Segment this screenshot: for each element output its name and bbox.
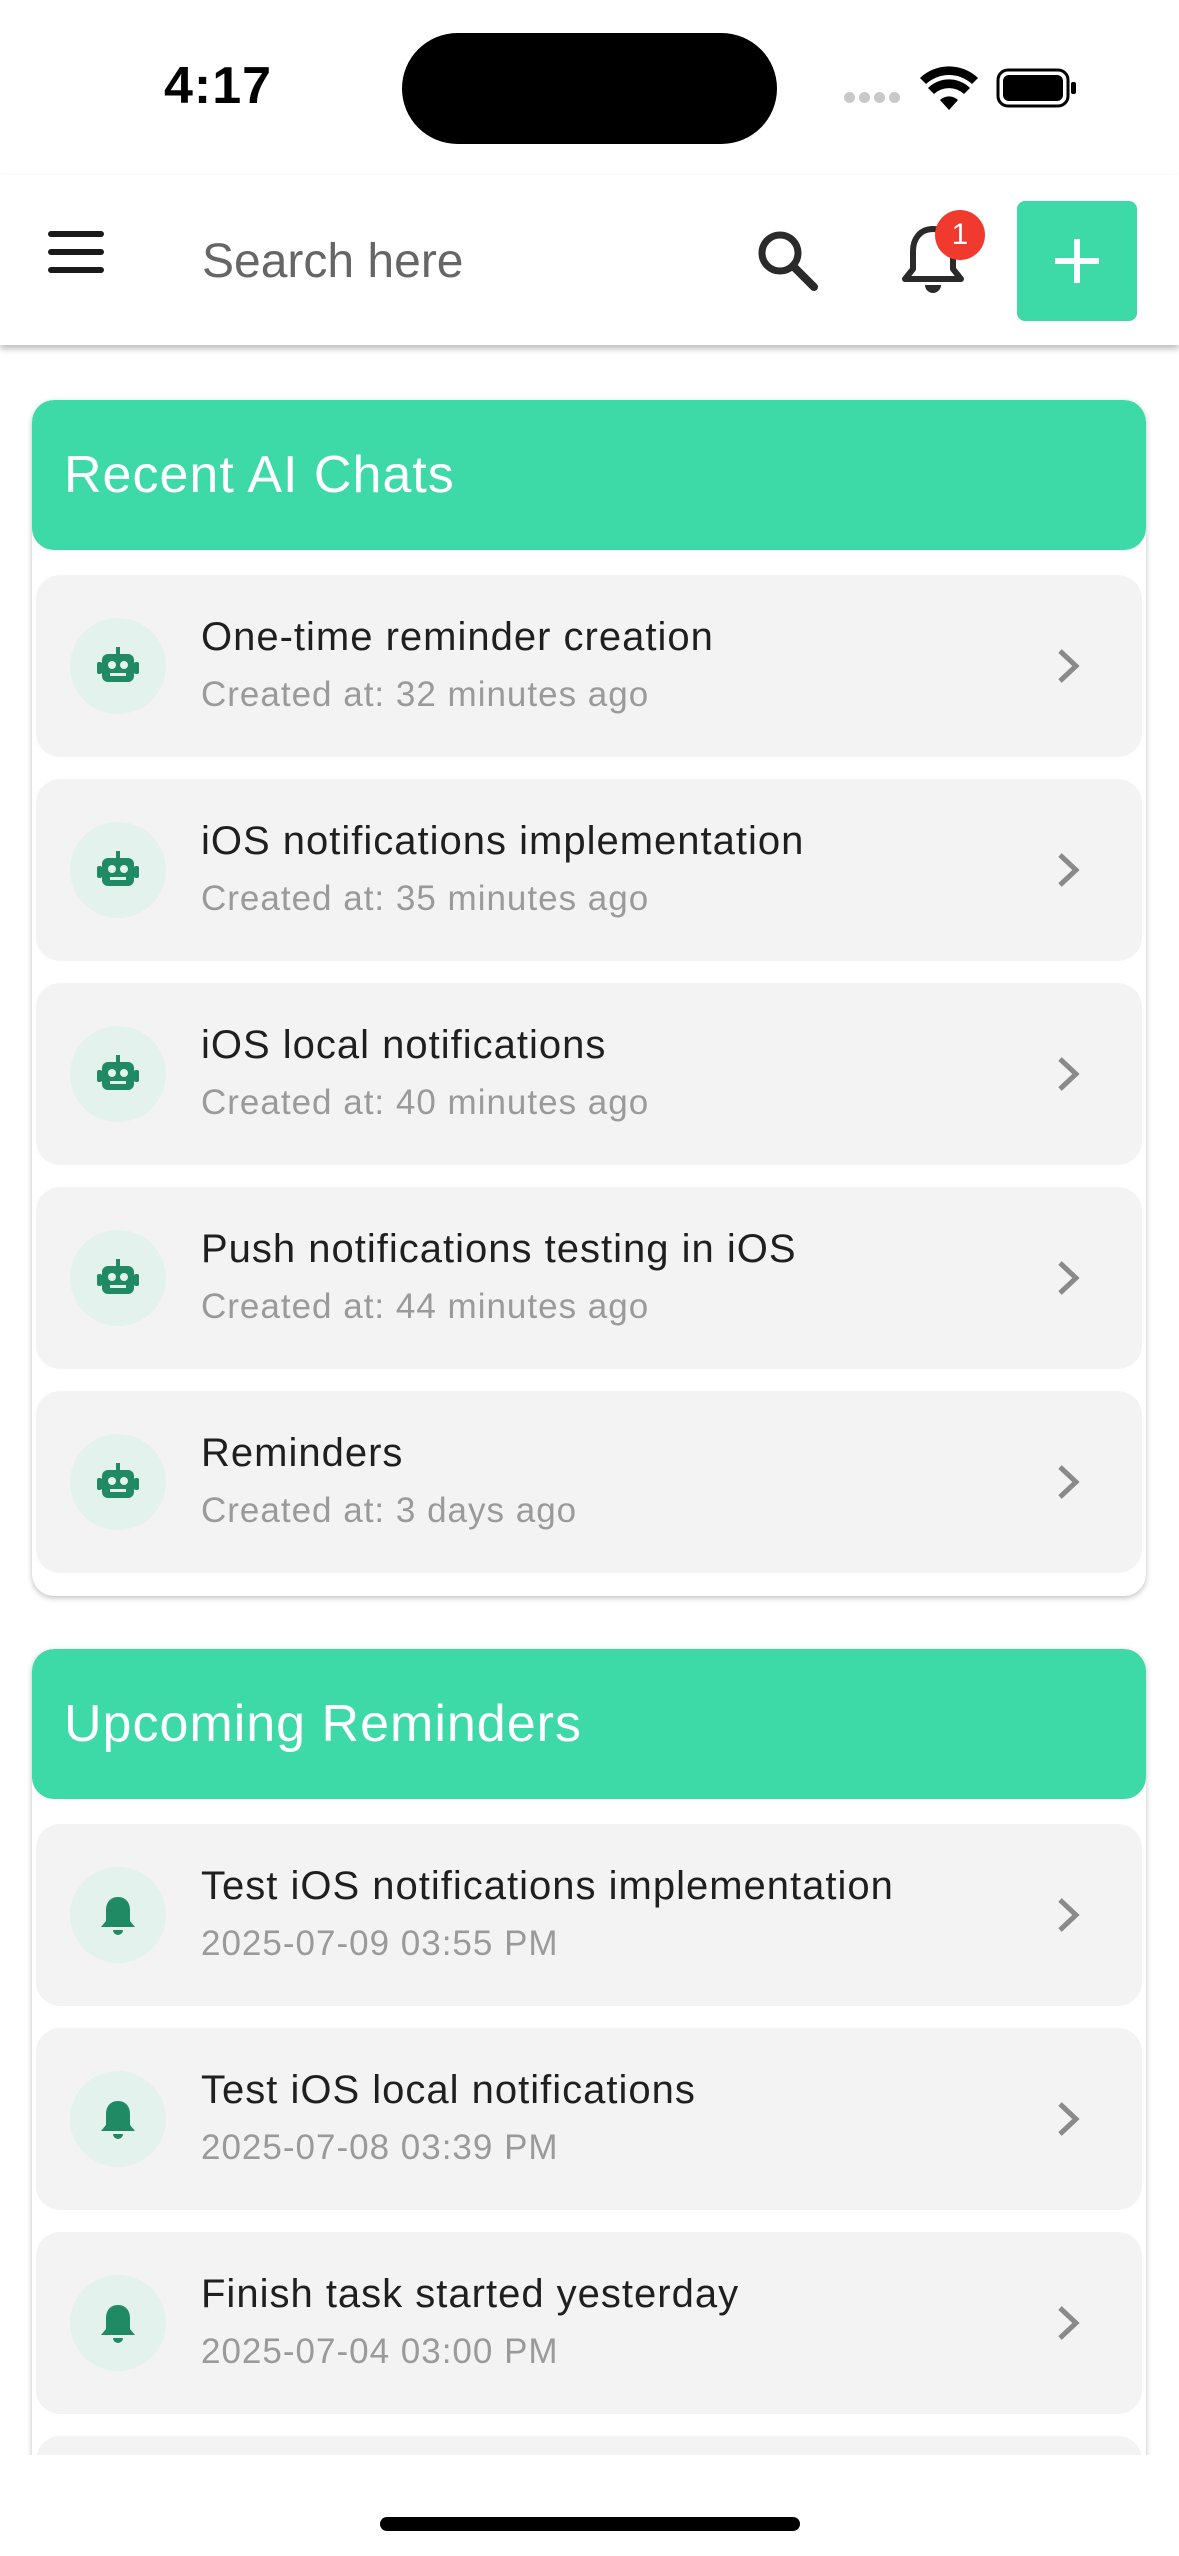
chat-created-at: Created at: 44 minutes ago xyxy=(201,1287,650,1326)
robot-icon xyxy=(97,1463,139,1498)
robot-avatar xyxy=(70,1230,166,1326)
upcoming-reminders-title: Upcoming Reminders xyxy=(32,1649,1146,1799)
chat-list-item[interactable]: One-time reminder creation Created at: 3… xyxy=(36,575,1142,757)
battery-icon xyxy=(996,68,1076,108)
reminder-list-item[interactable]: Test iOS local notifications 2025-07-08 … xyxy=(36,2028,1142,2210)
chevron-right-icon xyxy=(1058,853,1080,887)
chevron-right-icon xyxy=(1058,2102,1080,2136)
recent-ai-chats-list: One-time reminder creation Created at: 3… xyxy=(32,550,1146,1573)
recent-ai-chats-title: Recent AI Chats xyxy=(32,400,1146,550)
reminder-title: Finish task started yesterday xyxy=(201,2272,740,2316)
bottom-safe-area xyxy=(0,2455,1179,2556)
search-input[interactable] xyxy=(200,215,704,307)
chat-created-at: Created at: 35 minutes ago xyxy=(201,879,650,918)
reminder-datetime: 2025-07-09 03:55 PM xyxy=(201,1924,559,1963)
chat-title: One-time reminder creation xyxy=(201,615,714,659)
robot-icon xyxy=(97,1055,139,1090)
bell-avatar xyxy=(70,2275,166,2371)
upcoming-reminders-list: Test iOS notifications implementation 20… xyxy=(32,1799,1146,2549)
chat-created-at: Created at: 3 days ago xyxy=(201,1491,578,1530)
bell-avatar xyxy=(70,1867,166,1963)
app-header: 1 xyxy=(0,175,1179,345)
chat-title: iOS notifications implementation xyxy=(201,819,805,863)
chevron-right-icon xyxy=(1058,649,1080,683)
reminder-list-item[interactable]: Test iOS notifications implementation 20… xyxy=(36,1824,1142,2006)
chevron-right-icon xyxy=(1058,1898,1080,1932)
reminder-title: Test iOS local notifications xyxy=(201,2068,696,2112)
reminder-datetime: 2025-07-08 03:39 PM xyxy=(201,2128,559,2167)
chat-list-item[interactable]: iOS notifications implementation Created… xyxy=(36,779,1142,961)
reminder-datetime: 2025-07-04 03:00 PM xyxy=(201,2332,559,2371)
search-icon[interactable] xyxy=(752,225,822,295)
robot-avatar xyxy=(70,618,166,714)
home-indicator[interactable] xyxy=(380,2517,800,2531)
chevron-right-icon xyxy=(1058,1465,1080,1499)
chevron-right-icon xyxy=(1058,1261,1080,1295)
cellular-signal-icon xyxy=(844,90,904,104)
wifi-icon xyxy=(920,66,978,110)
bell-avatar xyxy=(70,2071,166,2167)
robot-avatar xyxy=(70,1026,166,1122)
bell-icon xyxy=(101,1897,135,1935)
chat-title: Push notifications testing in iOS xyxy=(201,1227,797,1271)
chat-list-item[interactable]: iOS local notifications Created at: 40 m… xyxy=(36,983,1142,1165)
chevron-right-icon xyxy=(1058,2306,1080,2340)
status-time: 4:17 xyxy=(164,57,273,115)
chat-title: iOS local notifications xyxy=(201,1023,607,1067)
dynamic-island xyxy=(402,33,777,144)
upcoming-reminders-card: Upcoming Reminders Test iOS notification… xyxy=(32,1649,1146,2549)
hamburger-menu-icon[interactable] xyxy=(48,231,118,291)
bell-icon xyxy=(101,2305,135,2343)
chat-created-at: Created at: 32 minutes ago xyxy=(201,675,650,714)
chat-list-item[interactable]: Push notifications testing in iOS Create… xyxy=(36,1187,1142,1369)
robot-avatar xyxy=(70,822,166,918)
notification-badge: 1 xyxy=(935,210,985,260)
reminder-title: Test iOS notifications implementation xyxy=(201,1864,894,1908)
bell-icon xyxy=(101,2101,135,2139)
add-button[interactable] xyxy=(1017,201,1137,321)
robot-icon xyxy=(97,647,139,682)
robot-avatar xyxy=(70,1434,166,1530)
recent-ai-chats-card: Recent AI Chats One-time reminder creati… xyxy=(32,400,1146,1596)
status-bar: 4:17 xyxy=(0,0,1179,172)
chat-title: Reminders xyxy=(201,1431,404,1475)
chevron-right-icon xyxy=(1058,1057,1080,1091)
chat-list-item[interactable]: Reminders Created at: 3 days ago xyxy=(36,1391,1142,1573)
robot-icon xyxy=(97,851,139,886)
robot-icon xyxy=(97,1259,139,1294)
chat-created-at: Created at: 40 minutes ago xyxy=(201,1083,650,1122)
reminder-list-item[interactable]: Finish task started yesterday 2025-07-04… xyxy=(36,2232,1142,2414)
